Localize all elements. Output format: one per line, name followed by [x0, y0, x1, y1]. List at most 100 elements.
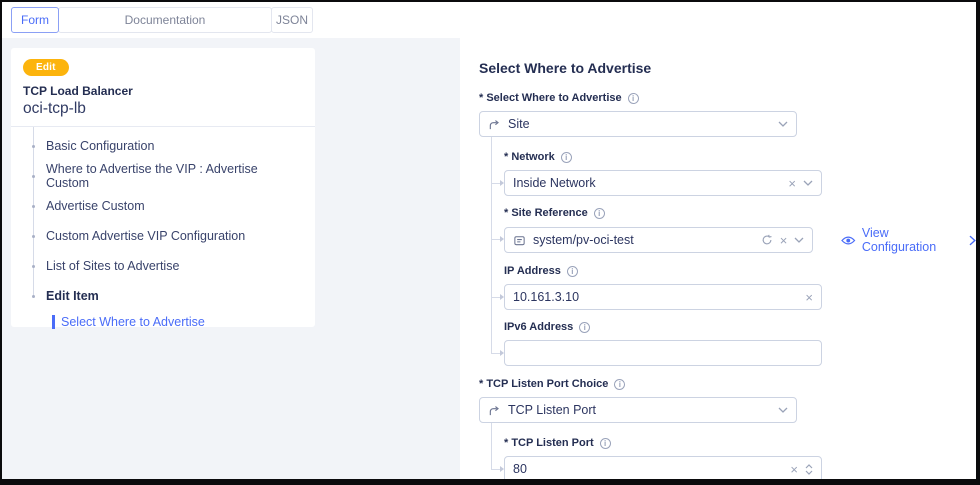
- ip-address-field: ×: [504, 284, 822, 310]
- info-icon[interactable]: i: [600, 438, 611, 449]
- reference-object-icon: [513, 234, 526, 247]
- field-label-text: * TCP Listen Port Choice: [479, 378, 608, 391]
- active-item-bar: [52, 315, 55, 329]
- number-stepper[interactable]: [805, 464, 813, 475]
- branch-icon: [488, 404, 501, 417]
- tree-arrow-icon: [500, 350, 504, 356]
- field-label-text: * Select Where to Advertise: [479, 92, 622, 105]
- tcp-listen-port-choice-select[interactable]: TCP Listen Port: [479, 397, 797, 423]
- sidebar-item-label: Custom Advertise VIP Configuration: [46, 229, 245, 243]
- tree-arrow-icon: [500, 180, 504, 186]
- selected-value: TCP Listen Port: [508, 403, 771, 417]
- tree-connector: [491, 307, 492, 353]
- clear-icon[interactable]: ×: [790, 463, 798, 476]
- selected-value: system/pv-oci-test: [533, 233, 754, 247]
- view-configuration-link[interactable]: View Configuration: [841, 226, 976, 254]
- form-panel: Select Where to Advertise * Select Where…: [460, 38, 976, 479]
- network-field-block: * Network i Inside Network ×: [504, 151, 976, 196]
- where-to-advertise-select[interactable]: Site: [479, 111, 797, 137]
- tab-json[interactable]: JSON: [271, 7, 313, 33]
- tree-dot-icon: [32, 175, 35, 178]
- object-type-label: TCP Load Balancer: [23, 84, 303, 98]
- tree-arrow-icon: [500, 294, 504, 300]
- sidebar-item-basic-configuration[interactable]: Basic Configuration: [23, 131, 303, 161]
- field-label-text: IPv6 Address: [504, 321, 573, 334]
- tcp-listen-port-label: * TCP Listen Port i: [504, 437, 976, 450]
- tree-connector: [491, 239, 500, 240]
- tcp-listen-port-field: ×: [504, 456, 822, 482]
- tree-connector: [491, 423, 492, 469]
- sidebar-item-edit-item[interactable]: Edit Item: [23, 281, 303, 311]
- sidebar-item-advertise-custom[interactable]: Advertise Custom: [23, 191, 303, 221]
- tree-connector: [491, 297, 500, 298]
- chevron-right-icon: [969, 235, 976, 246]
- sidebar-item-label: Advertise Custom: [46, 199, 145, 213]
- tree-connector: [491, 183, 500, 184]
- selected-value: Site: [508, 117, 771, 131]
- clear-icon[interactable]: ×: [780, 234, 788, 247]
- tree-arrow-icon: [500, 466, 504, 472]
- field-label-text: * Site Reference: [504, 207, 588, 220]
- tree-dot-icon: [32, 235, 35, 238]
- branch-icon: [488, 118, 501, 131]
- info-icon[interactable]: i: [628, 93, 639, 104]
- edit-mode-badge: Edit: [23, 59, 69, 76]
- tree-arrow-icon: [500, 236, 504, 242]
- chevron-down-icon: [778, 121, 788, 127]
- tree-dot-icon: [32, 295, 35, 298]
- chevron-down-icon: [794, 237, 804, 243]
- tree-connector: [491, 469, 500, 470]
- network-label: * Network i: [504, 151, 976, 164]
- stepper-up-icon[interactable]: [805, 464, 813, 469]
- object-name: oci-tcp-lb: [23, 100, 303, 118]
- ipv6-address-field: [504, 340, 822, 366]
- network-select[interactable]: Inside Network ×: [504, 170, 822, 196]
- tcp-listen-port-input[interactable]: [513, 462, 783, 476]
- tree-dot-icon: [32, 145, 35, 148]
- clear-icon[interactable]: ×: [805, 291, 813, 304]
- sidebar-item-select-where-to-advertise-active[interactable]: Select Where to Advertise: [23, 311, 303, 333]
- config-sidebar: Edit TCP Load Balancer oci-tcp-lb Basic …: [11, 48, 315, 327]
- tree-dot-icon: [32, 205, 35, 208]
- chevron-down-icon: [778, 407, 788, 413]
- info-icon[interactable]: i: [561, 152, 572, 163]
- ipv6-address-input[interactable]: [513, 346, 813, 360]
- info-icon[interactable]: i: [567, 266, 578, 277]
- refresh-icon[interactable]: [761, 234, 773, 246]
- ip-address-input[interactable]: [513, 290, 798, 304]
- app-window: Form Documentation JSON Edit TCP Load Ba…: [0, 0, 980, 485]
- tree-connector: [491, 353, 500, 354]
- sidebar-item-custom-advertise-vip-configuration[interactable]: Custom Advertise VIP Configuration: [23, 221, 303, 251]
- field-label-text: IP Address: [504, 265, 561, 278]
- ip-address-field-block: IP Address i ×: [504, 265, 976, 310]
- site-reference-field-block: * Site Reference i system/pv-oci-test: [504, 207, 976, 254]
- sidebar-item-list-of-sites-to-advertise[interactable]: List of Sites to Advertise: [23, 251, 303, 281]
- tab-form[interactable]: Form: [11, 7, 59, 33]
- ipv6-address-label: IPv6 Address i: [504, 321, 976, 334]
- clear-icon[interactable]: ×: [788, 177, 796, 190]
- sidebar-item-label: Select Where to Advertise: [61, 315, 205, 329]
- section-nav: Basic Configuration Where to Advertise t…: [23, 127, 303, 333]
- site-reference-select[interactable]: system/pv-oci-test ×: [504, 227, 813, 253]
- info-icon[interactable]: i: [594, 208, 605, 219]
- view-tabbar: Form Documentation JSON: [2, 2, 976, 38]
- eye-icon: [841, 235, 856, 246]
- page-title: Select Where to Advertise: [479, 60, 976, 76]
- field-label-text: * Network: [504, 151, 555, 164]
- sidebar-item-where-to-advertise-vip[interactable]: Where to Advertise the VIP : Advertise C…: [23, 161, 303, 191]
- tcp-port-nested-fields: * TCP Listen Port i ×: [504, 437, 976, 482]
- site-reference-label: * Site Reference i: [504, 207, 976, 220]
- ip-address-label: IP Address i: [504, 265, 976, 278]
- site-reference-row: system/pv-oci-test ×: [504, 226, 976, 254]
- info-icon[interactable]: i: [614, 379, 625, 390]
- link-label: View Configuration: [862, 226, 963, 254]
- where-to-advertise-label: * Select Where to Advertise i: [479, 92, 976, 105]
- tree-dot-icon: [32, 265, 35, 268]
- sidebar-item-label: Edit Item: [46, 289, 99, 303]
- tab-documentation[interactable]: Documentation: [58, 7, 272, 33]
- info-icon[interactable]: i: [579, 322, 590, 333]
- stepper-down-icon[interactable]: [805, 470, 813, 475]
- sidebar-item-label: List of Sites to Advertise: [46, 259, 179, 273]
- tcp-listen-port-choice-label: * TCP Listen Port Choice i: [479, 378, 976, 391]
- ipv6-address-field-block: IPv6 Address i: [504, 321, 976, 366]
